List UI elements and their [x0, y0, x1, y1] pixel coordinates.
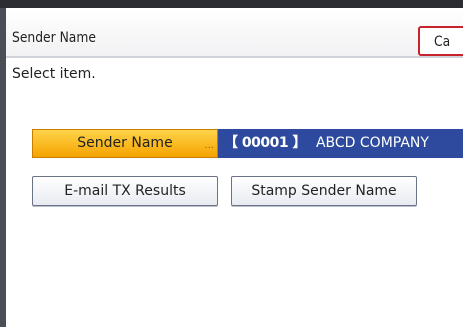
screen: Sender Name Ca Select item. Sender Name … [0, 0, 463, 327]
stamp-sender-name-button[interactable]: Stamp Sender Name [231, 176, 417, 206]
cancel-button[interactable]: Ca [418, 26, 463, 56]
page-title: Sender Name [12, 30, 96, 46]
header-bar: Sender Name Ca [6, 8, 463, 58]
cancel-button-label: Ca [434, 34, 451, 50]
sender-name-button[interactable]: Sender Name ... [32, 129, 218, 158]
more-indicator-icon: ... [204, 140, 214, 151]
sender-company: ABCD COMPANY [315, 135, 429, 151]
sender-code: 【 00001 】 [224, 135, 306, 151]
instruction-text: Select item. [12, 66, 96, 82]
top-frame [0, 0, 463, 8]
email-tx-results-button[interactable]: E-mail TX Results [32, 176, 218, 206]
sender-name-button-label: Sender Name [77, 135, 173, 151]
sender-name-value: 【 00001 】 ABCD COMPANY [218, 129, 463, 158]
